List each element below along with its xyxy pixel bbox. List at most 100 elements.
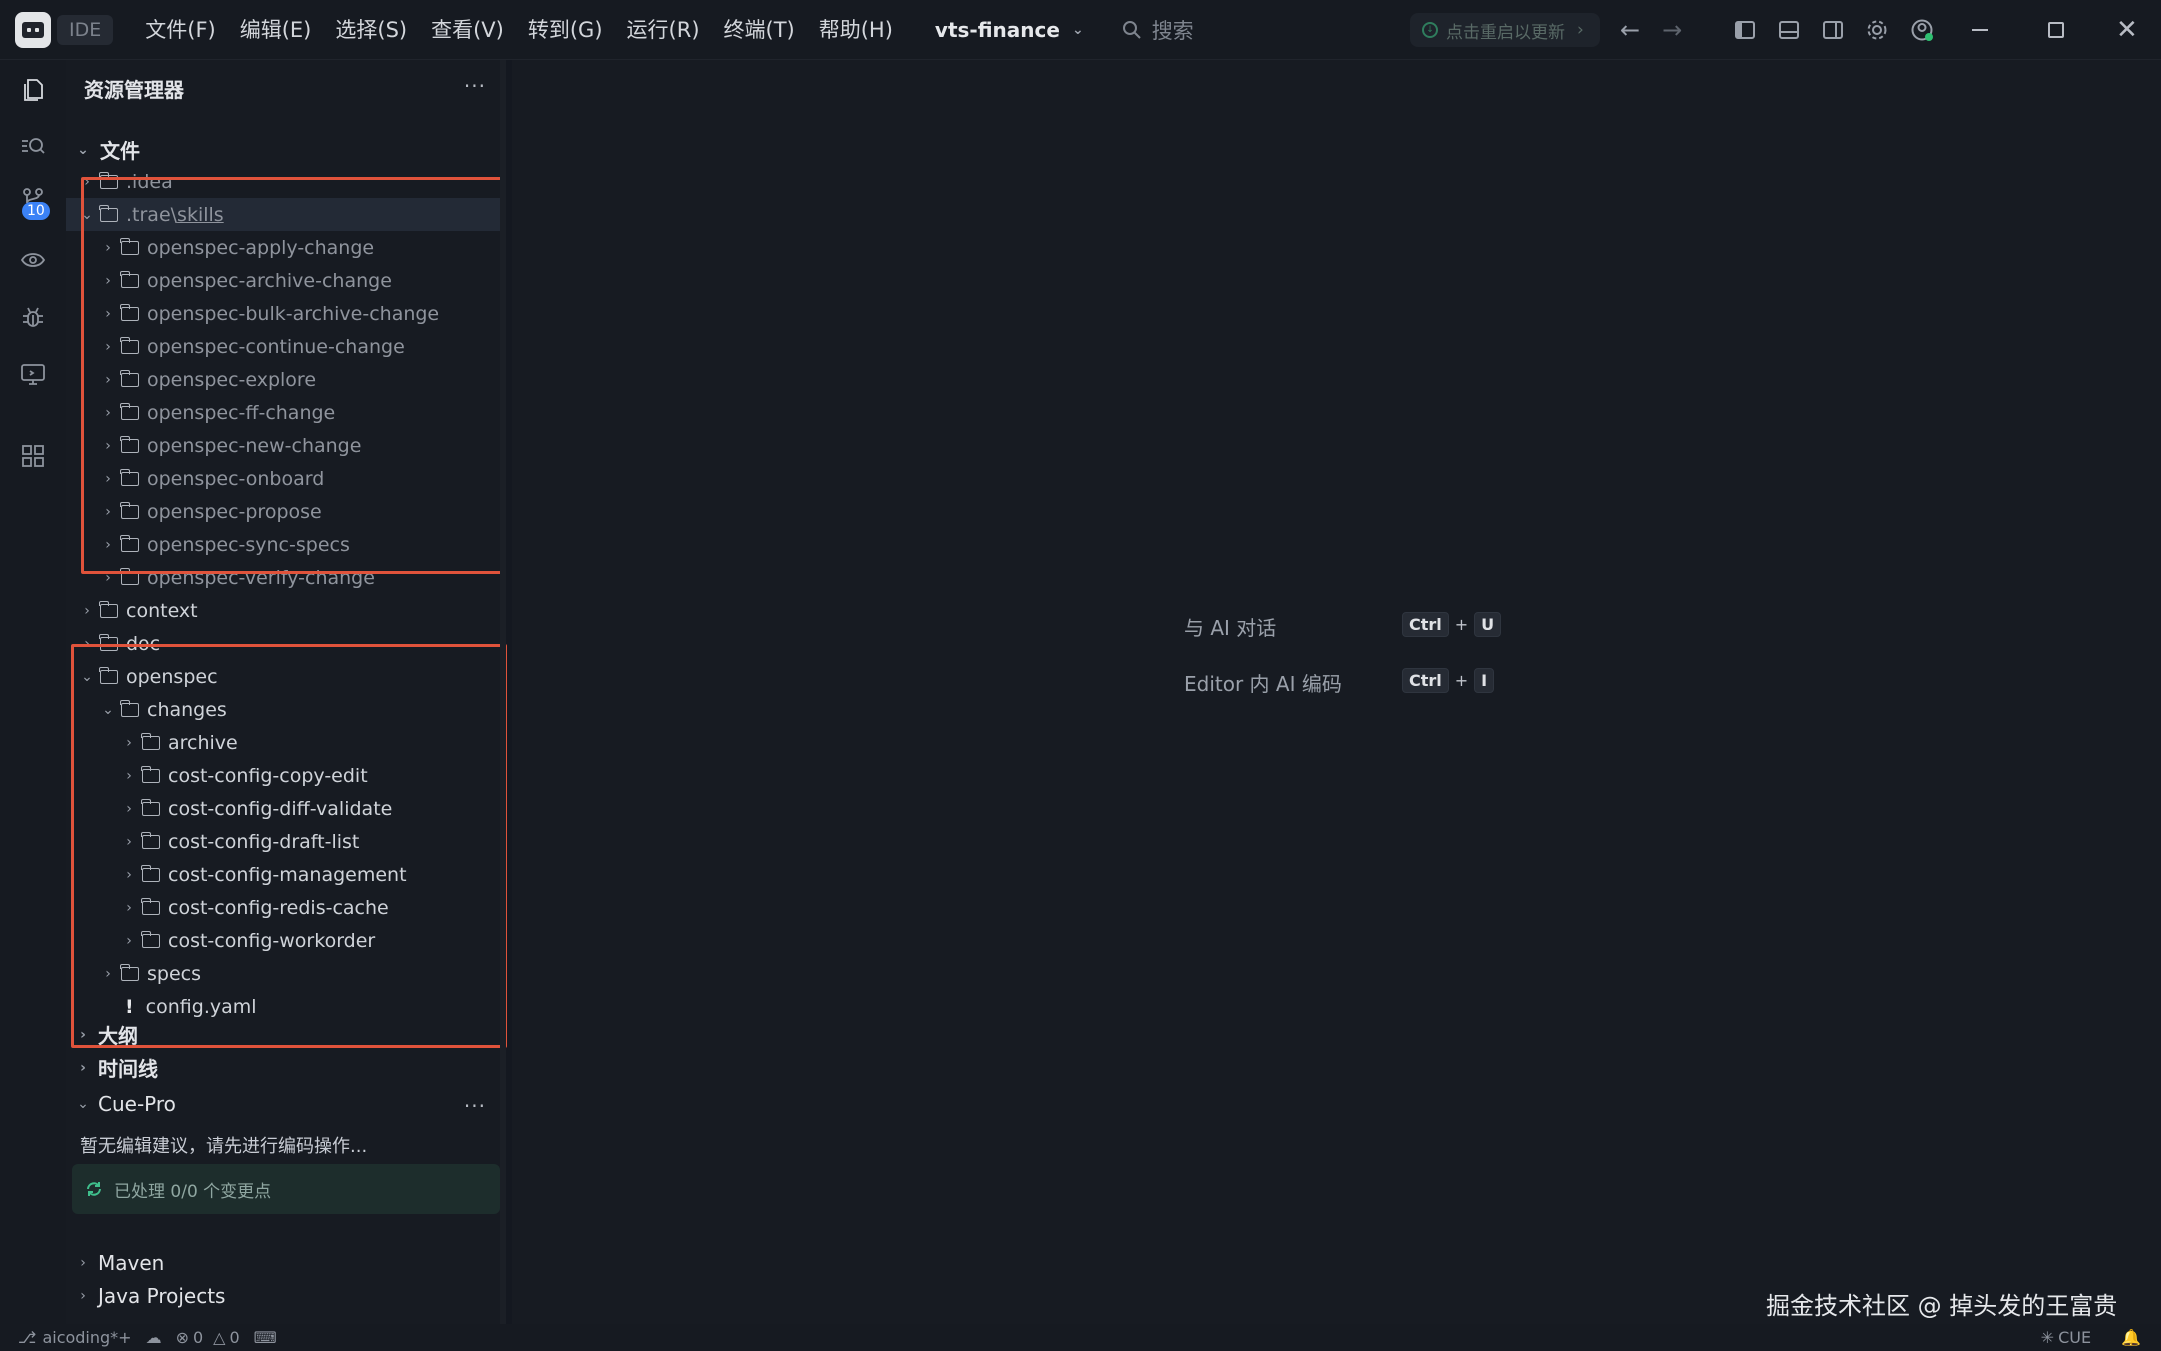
key-ctrl: Ctrl bbox=[1402, 612, 1449, 637]
search-activity[interactable] bbox=[17, 130, 49, 162]
key-i: I bbox=[1474, 668, 1495, 693]
menu-item-6[interactable]: 终端(T) bbox=[712, 0, 807, 60]
menu-item-2[interactable]: 选择(S) bbox=[323, 0, 419, 60]
chevron-down-icon: ⌄ bbox=[77, 141, 89, 158]
section-maven[interactable]: › Maven bbox=[66, 1246, 506, 1279]
project-switcher[interactable]: vts-finance ⌄ bbox=[935, 18, 1084, 42]
extensions-activity[interactable] bbox=[17, 440, 49, 472]
watermark: 掘金技术社区 @ 掉头发的王富贵 bbox=[1766, 1292, 2118, 1320]
root-label: 文件 bbox=[100, 139, 140, 163]
files-icon bbox=[24, 79, 43, 101]
close-button[interactable]: ✕ bbox=[2116, 0, 2138, 60]
editor-area: 与 AI 对话 Ctrl + U Editor 内 AI 编码 Ctrl + I bbox=[512, 60, 2161, 1324]
explorer-sidebar: 资源管理器 ··· ⌄ 文件 › .idea ⌄ .trae \ skills › ope… bbox=[66, 60, 507, 1324]
files-root[interactable]: ⌄ 文件 bbox=[66, 133, 506, 166]
section-timeline-label: 时间线 bbox=[98, 1057, 158, 1081]
toggle-secondary-sidebar-icon[interactable] bbox=[1822, 20, 1844, 40]
menu-item-5[interactable]: 运行(R) bbox=[615, 0, 712, 60]
key-u: U bbox=[1474, 612, 1502, 637]
highlight-box-skills bbox=[81, 177, 506, 574]
update-label: 点击重启以更新 bbox=[1446, 22, 1565, 43]
toggle-panel-icon[interactable] bbox=[1778, 20, 1800, 40]
chevron-right-icon: › bbox=[80, 1254, 86, 1271]
close-icon: ✕ bbox=[2116, 15, 2138, 45]
eye-icon bbox=[20, 253, 46, 267]
key-plus: + bbox=[1454, 615, 1469, 634]
tree-item[interactable]: › context bbox=[66, 594, 506, 627]
cue-more-icon[interactable]: ··· bbox=[464, 1094, 486, 1118]
menu-item-7[interactable]: 帮助(H) bbox=[807, 0, 905, 60]
maximize-button[interactable] bbox=[2048, 0, 2064, 60]
menu-bar: 文件(F) 编辑(E) 选择(S) 查看(V) 转到(G) 运行(R) 终端(T) 帮助(H) bbox=[133, 0, 905, 60]
section-cue-pro[interactable]: ⌄ Cue-Pro bbox=[66, 1087, 506, 1120]
toggle-sidebar-icon[interactable] bbox=[1734, 20, 1756, 40]
cue-status-icon[interactable]: ✳ bbox=[2041, 1328, 2054, 1347]
cue-message: 暂无编辑建议，请先进行编码操作... bbox=[80, 1136, 368, 1157]
explorer-more-icon[interactable]: ··· bbox=[464, 74, 486, 98]
cue-status-label[interactable]: CUE bbox=[2058, 1328, 2091, 1347]
menu-item-4[interactable]: 转到(G) bbox=[516, 0, 615, 60]
sidebar-scrollbar[interactable] bbox=[500, 60, 506, 1324]
title-actions: ← → bbox=[1620, 0, 1934, 60]
menu-item-3[interactable]: 查看(V) bbox=[419, 0, 516, 60]
explorer-title: 资源管理器 bbox=[84, 78, 184, 102]
key-plus: + bbox=[1454, 671, 1469, 690]
title-bar: IDE 文件(F) 编辑(E) 选择(S) 查看(V) 转到(G) 运行(R) 终端(T) 帮… bbox=[0, 0, 2161, 60]
menu-item-0[interactable]: 文件(F) bbox=[133, 0, 227, 60]
account-icon[interactable] bbox=[1910, 18, 1934, 42]
section-cue-label: Cue-Pro bbox=[98, 1091, 176, 1116]
chevron-right-icon: › bbox=[80, 1059, 86, 1076]
back-arrow-icon[interactable]: ← bbox=[1620, 16, 1640, 44]
grid-icon bbox=[22, 445, 44, 467]
sync-icon bbox=[87, 1182, 101, 1196]
ide-tag[interactable]: IDE bbox=[57, 14, 114, 45]
minimize-icon bbox=[1972, 29, 1988, 31]
hint-editor-ai: Editor 内 AI 编码 bbox=[1184, 672, 1342, 696]
download-icon: ↓ bbox=[1422, 22, 1438, 38]
folder-icon bbox=[99, 600, 118, 618]
minimize-button[interactable] bbox=[1972, 0, 1988, 60]
monitor-icon bbox=[21, 364, 45, 385]
forward-arrow-icon[interactable]: → bbox=[1662, 16, 1682, 44]
cue-status: 已处理 0/0 个变更点 bbox=[114, 1181, 272, 1202]
search-code-icon bbox=[22, 138, 45, 154]
gear-icon[interactable] bbox=[1866, 19, 1888, 41]
keyboard-icon[interactable]: ⌨ bbox=[254, 1328, 277, 1347]
preview-activity[interactable] bbox=[17, 244, 49, 276]
highlight-box-openspec bbox=[71, 644, 507, 1048]
section-java-label: Java Projects bbox=[98, 1283, 226, 1308]
hint-ai-chat: 与 AI 对话 bbox=[1184, 616, 1277, 640]
chevron-right-icon: › bbox=[1577, 20, 1584, 40]
chevron-down-icon: ⌄ bbox=[77, 1095, 89, 1112]
error-icon[interactable]: ⊗ bbox=[176, 1328, 189, 1347]
maximize-icon bbox=[2048, 22, 2064, 38]
update-button[interactable]: ↓ 点击重启以更新 › bbox=[1410, 13, 1600, 47]
chevron-right-icon: › bbox=[80, 1287, 86, 1304]
section-timeline[interactable]: › 时间线 bbox=[66, 1051, 506, 1084]
branch-icon[interactable]: ⎇ bbox=[18, 1328, 36, 1347]
error-count[interactable]: 0 bbox=[193, 1328, 203, 1347]
project-name: vts-finance bbox=[934, 17, 1060, 42]
section-outline[interactable]: › 大纲 bbox=[66, 1018, 506, 1051]
section-java-projects[interactable]: › Java Projects bbox=[66, 1279, 506, 1312]
app-logo-icon[interactable] bbox=[15, 11, 51, 48]
chevron-right-icon: › bbox=[84, 602, 90, 619]
warning-icon[interactable]: △ bbox=[213, 1328, 225, 1347]
search-box[interactable]: 搜索 bbox=[1122, 15, 1194, 45]
debug-activity[interactable] bbox=[17, 302, 49, 334]
section-maven-label: Maven bbox=[98, 1250, 165, 1275]
remote-activity[interactable] bbox=[17, 358, 49, 390]
shortcut-ai-chat: Ctrl + U bbox=[1402, 612, 1502, 637]
menu-item-1[interactable]: 编辑(E) bbox=[228, 0, 324, 60]
cloud-sync-icon[interactable]: ☁ bbox=[146, 1328, 162, 1347]
search-placeholder: 搜索 bbox=[1151, 18, 1194, 43]
status-bar: ⎇ aicoding*+ ☁ ⊗ 0 △ 0 ⌨ ✳ CUE 🔔 bbox=[0, 1324, 2161, 1351]
warning-count[interactable]: 0 bbox=[229, 1328, 239, 1347]
activity-bar: 10 bbox=[0, 60, 66, 1324]
explorer-activity[interactable] bbox=[17, 74, 49, 106]
branch-label[interactable]: aicoding*+ bbox=[42, 1328, 131, 1347]
chevron-right-icon: › bbox=[80, 1026, 86, 1043]
bell-icon[interactable]: 🔔 bbox=[2121, 1328, 2141, 1347]
scm-badge: 10 bbox=[22, 202, 50, 220]
key-ctrl: Ctrl bbox=[1402, 668, 1449, 693]
